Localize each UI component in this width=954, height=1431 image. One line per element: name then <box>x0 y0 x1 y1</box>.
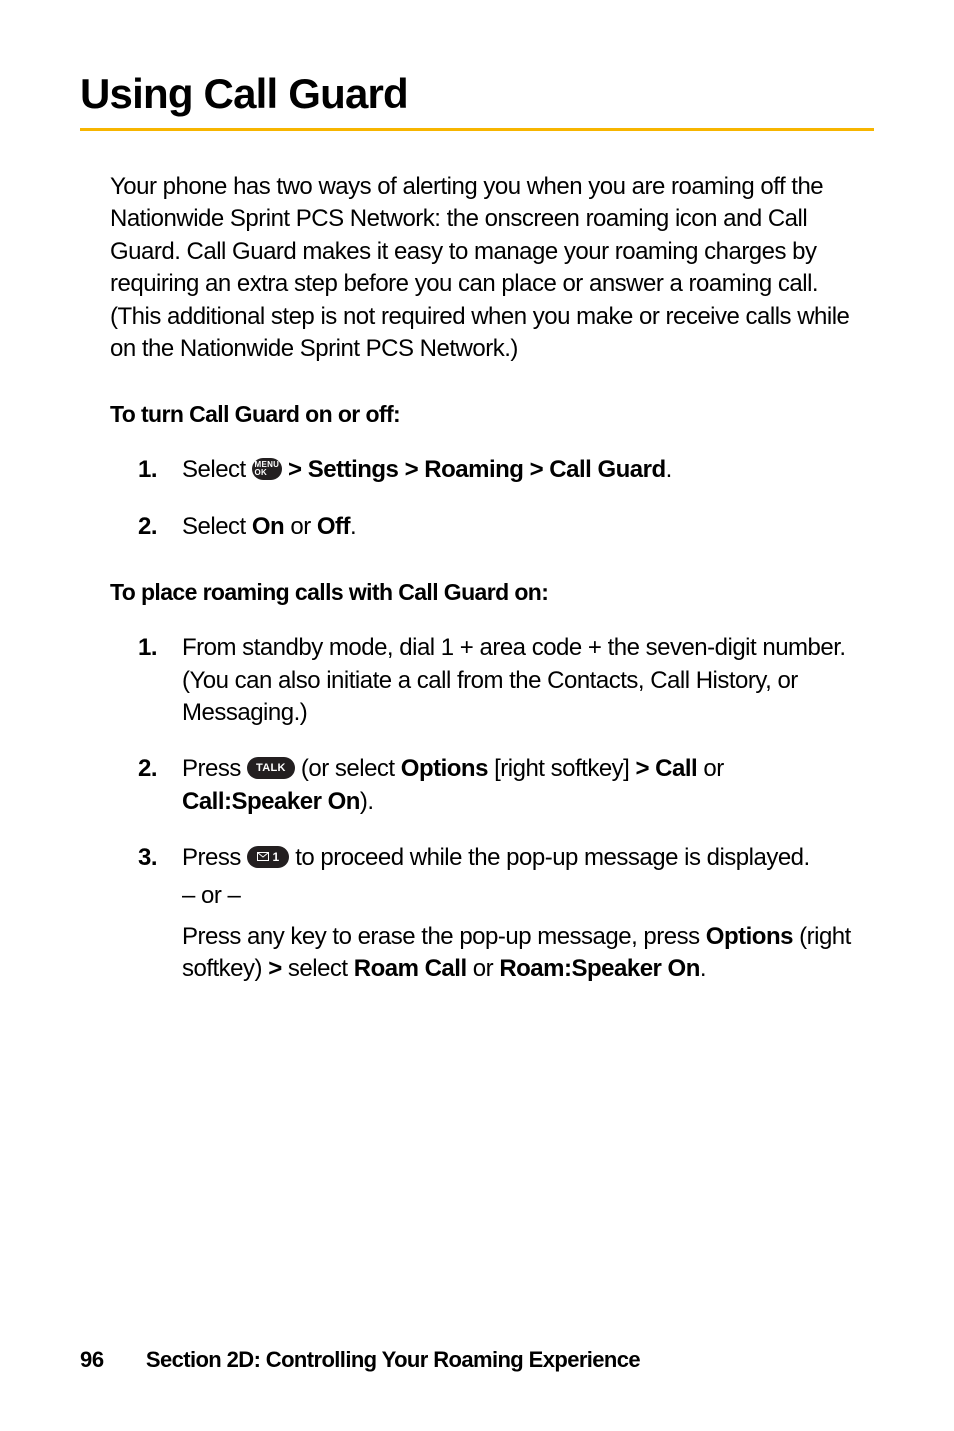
text: or <box>467 955 500 982</box>
steps-place-roaming: 1. From standby mode, dial 1 + area code… <box>138 632 854 986</box>
text: . <box>666 456 672 483</box>
call-speaker-on-label: Call:Speaker On <box>182 788 360 815</box>
step-number: 2. <box>138 511 182 543</box>
text: Select <box>182 456 252 483</box>
text: to proceed while the pop-up message is d… <box>295 844 810 871</box>
step-number: 2. <box>138 753 182 785</box>
page-title: Using Call Guard <box>80 70 874 118</box>
text: or <box>284 513 317 540</box>
step-a1: 1. Select MENU OK > Settings > Roaming >… <box>138 454 854 486</box>
section-label: Section 2D: Controlling Your Roaming Exp… <box>146 1347 640 1373</box>
step-number: 1. <box>138 454 182 486</box>
title-underline <box>80 128 874 131</box>
step-a2: 2. Select On or Off. <box>138 511 854 543</box>
text: select <box>282 955 354 982</box>
step-body: Select On or Off. <box>182 511 854 543</box>
step-b1: 1. From standby mode, dial 1 + area code… <box>138 632 854 729</box>
roam-call-label: Roam Call <box>354 955 467 982</box>
text: ). <box>360 788 374 815</box>
roam-speaker-on-label: Roam:Speaker On <box>499 955 700 982</box>
gt-symbol: > <box>268 955 282 982</box>
menu-path: > Settings > Roaming > Call Guard <box>288 456 666 483</box>
page-number: 96 <box>80 1347 104 1373</box>
page-footer: 96 Section 2D: Controlling Your Roaming … <box>80 1347 874 1373</box>
text: . <box>350 513 356 540</box>
subhead-turn-on-off: To turn Call Guard on or off: <box>110 401 874 428</box>
call-label: > Call <box>636 755 698 782</box>
menu-ok-icon: MENU OK <box>252 458 282 480</box>
step-body: From standby mode, dial 1 + area code + … <box>182 632 854 729</box>
text: Press <box>182 755 247 782</box>
step-b3: 3. Press 1 to proceed while the pop-up m… <box>138 842 854 986</box>
steps-turn-on-off: 1. Select MENU OK > Settings > Roaming >… <box>138 454 854 543</box>
or-separator: – or – <box>182 880 854 912</box>
one-key-icon: 1 <box>247 846 289 868</box>
options-label: Options <box>401 755 488 782</box>
text: . <box>700 955 706 982</box>
text: [right softkey] <box>488 755 636 782</box>
options-label: Options <box>706 923 793 950</box>
text: Press <box>182 844 247 871</box>
step-body: Press TALK (or select Options [right sof… <box>182 753 854 818</box>
talk-key-icon: TALK <box>247 757 295 779</box>
ok-label: OK <box>255 469 280 477</box>
text: Press any key to erase the pop-up messag… <box>182 923 706 950</box>
option-on: On <box>252 513 284 540</box>
step-body: Press 1 to proceed while the pop-up mess… <box>182 842 854 986</box>
intro-paragraph: Your phone has two ways of alerting you … <box>110 171 854 365</box>
digit-one: 1 <box>273 849 280 865</box>
text: (or select <box>301 755 401 782</box>
text: or <box>697 755 724 782</box>
step-number: 3. <box>138 842 182 874</box>
step-number: 1. <box>138 632 182 664</box>
option-off: Off <box>317 513 350 540</box>
text: Select <box>182 513 252 540</box>
step-body: Select MENU OK > Settings > Roaming > Ca… <box>182 454 854 486</box>
step-b2: 2. Press TALK (or select Options [right … <box>138 753 854 818</box>
envelope-icon <box>257 852 269 861</box>
subhead-place-roaming: To place roaming calls with Call Guard o… <box>110 579 874 606</box>
